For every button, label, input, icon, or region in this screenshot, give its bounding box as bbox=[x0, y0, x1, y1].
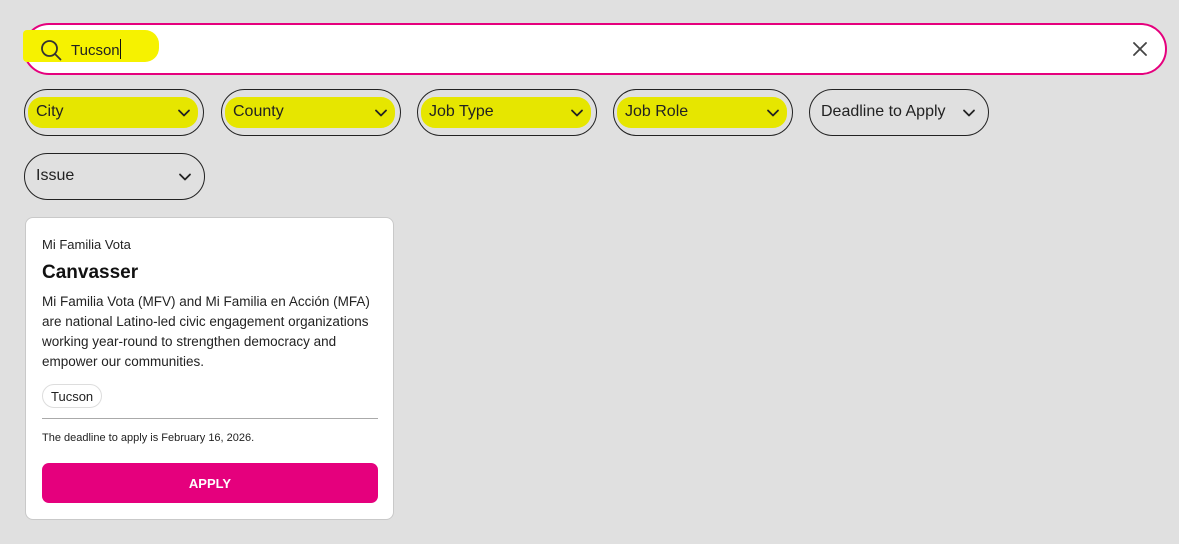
filter-job-role[interactable]: Job Role bbox=[613, 89, 793, 136]
filter-county[interactable]: County bbox=[221, 89, 401, 136]
divider bbox=[42, 418, 378, 419]
apply-button[interactable]: APPLY bbox=[42, 463, 378, 503]
search-icon bbox=[41, 40, 62, 61]
filter-deadline-to-apply[interactable]: Deadline to Apply bbox=[809, 89, 989, 136]
job-search-page: City County Job Type Job Role Deadline t… bbox=[0, 0, 1179, 544]
filter-job-type[interactable]: Job Type bbox=[417, 89, 597, 136]
job-card: Mi Familia Vota Canvasser Mi Familia Vot… bbox=[25, 217, 394, 520]
chevron-down-icon bbox=[375, 109, 387, 117]
filter-city[interactable]: City bbox=[24, 89, 204, 136]
search-bar[interactable] bbox=[23, 23, 1167, 75]
text-caret bbox=[120, 39, 121, 59]
chevron-down-icon bbox=[179, 173, 191, 181]
chevron-down-icon bbox=[963, 109, 975, 117]
chevron-down-icon bbox=[767, 109, 779, 117]
filter-label: Job Type bbox=[429, 103, 494, 120]
job-title: Canvasser bbox=[42, 262, 139, 283]
filter-label: City bbox=[36, 103, 64, 120]
location-tag: Tucson bbox=[42, 384, 103, 408]
filter-label: County bbox=[233, 103, 284, 120]
chevron-down-icon bbox=[178, 109, 190, 117]
chevron-down-icon bbox=[571, 109, 583, 117]
search-input[interactable] bbox=[71, 33, 1111, 67]
deadline-text: The deadline to apply is February 16, 20… bbox=[42, 432, 255, 444]
close-icon bbox=[1133, 42, 1147, 56]
filter-issue[interactable]: Issue bbox=[24, 153, 205, 200]
job-organization: Mi Familia Vota bbox=[42, 237, 131, 252]
clear-search-button[interactable] bbox=[1129, 38, 1151, 60]
filter-label: Job Role bbox=[625, 103, 689, 120]
filter-label: Deadline to Apply bbox=[821, 103, 946, 120]
filter-label: Issue bbox=[36, 167, 75, 184]
job-description: Mi Familia Vota (MFV) and Mi Familia en … bbox=[42, 294, 370, 369]
